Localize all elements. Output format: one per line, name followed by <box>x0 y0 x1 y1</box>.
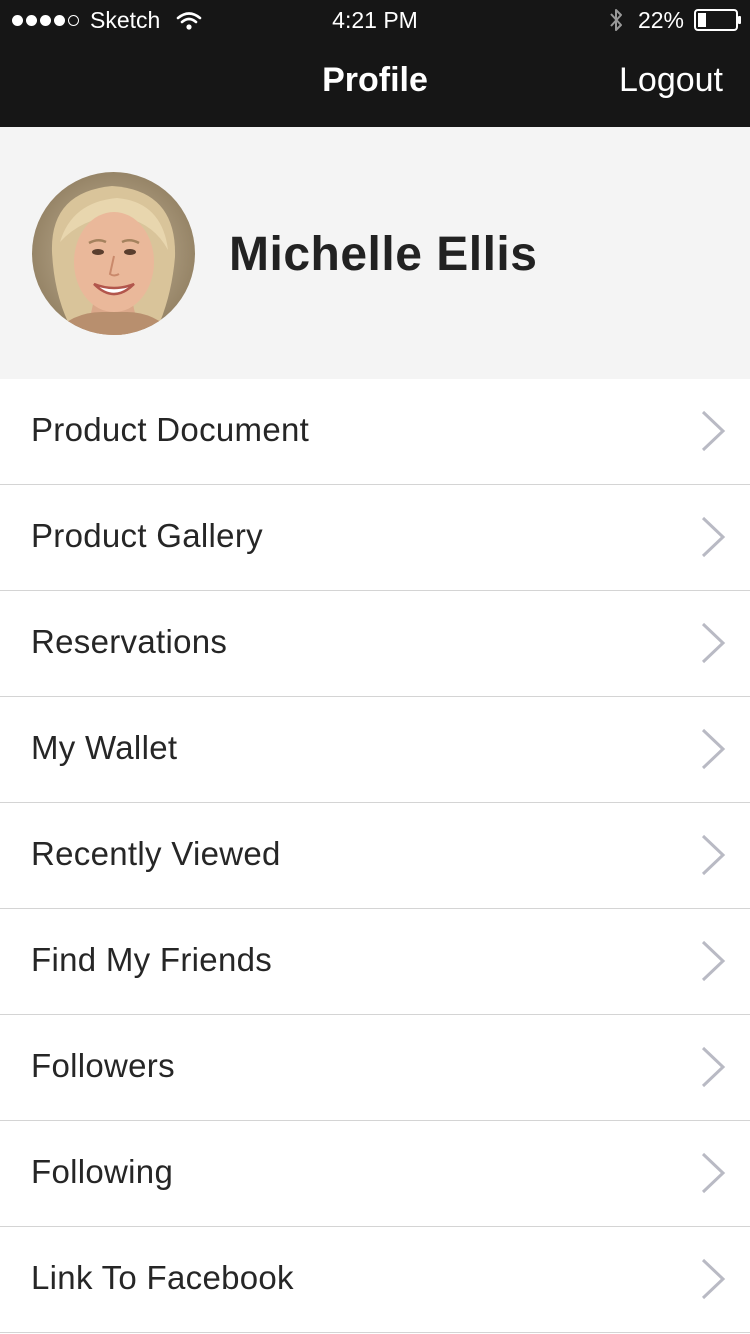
menu-item-product-gallery[interactable]: Product Gallery <box>0 485 750 591</box>
chevron-right-icon <box>701 834 726 876</box>
chevron-right-icon <box>701 1152 726 1194</box>
menu-item-label: Product Gallery <box>31 517 263 554</box>
menu-item-label: Find My Friends <box>31 941 273 978</box>
chevron-right-icon <box>701 940 726 982</box>
chevron-right-icon <box>701 1258 726 1300</box>
profile-menu-list: Product Document Product Gallery Reserva… <box>0 379 750 1333</box>
menu-item-label: My Wallet <box>31 729 178 766</box>
menu-item-reservations[interactable]: Reservations <box>0 591 750 697</box>
avatar[interactable] <box>32 172 195 335</box>
menu-item-label: Following <box>31 1153 174 1190</box>
status-right: 22% <box>608 0 742 40</box>
bluetooth-icon <box>608 7 624 33</box>
chevron-right-icon <box>701 622 726 664</box>
menu-item-label: Reservations <box>31 623 228 660</box>
navigation-bar: Profile Logout <box>0 40 750 127</box>
menu-item-product-document[interactable]: Product Document <box>0 379 750 485</box>
battery-icon <box>694 9 742 31</box>
menu-item-label: Product Document <box>31 411 310 448</box>
menu-item-label: Recently Viewed <box>31 835 281 872</box>
logout-button[interactable]: Logout <box>619 40 723 120</box>
menu-item-followers[interactable]: Followers <box>0 1015 750 1121</box>
profile-name: Michelle Ellis <box>229 228 538 281</box>
menu-item-label: Link To Facebook <box>31 1259 294 1296</box>
menu-item-find-my-friends[interactable]: Find My Friends <box>0 909 750 1015</box>
chevron-right-icon <box>701 728 726 770</box>
menu-item-recently-viewed[interactable]: Recently Viewed <box>0 803 750 909</box>
menu-item-my-wallet[interactable]: My Wallet <box>0 697 750 803</box>
chevron-right-icon <box>701 1046 726 1088</box>
profile-header: Michelle Ellis <box>0 127 750 379</box>
chevron-right-icon <box>701 410 726 452</box>
menu-item-following[interactable]: Following <box>0 1121 750 1227</box>
battery-percent: 22% <box>637 6 684 33</box>
menu-item-link-to-facebook[interactable]: Link To Facebook <box>0 1227 750 1333</box>
status-bar: Sketch 4:21 PM 22% <box>0 0 750 40</box>
chevron-right-icon <box>701 516 726 558</box>
profile-screen: Sketch 4:21 PM 22% Profile Logout Michel… <box>0 0 750 1334</box>
menu-item-label: Followers <box>31 1047 175 1084</box>
